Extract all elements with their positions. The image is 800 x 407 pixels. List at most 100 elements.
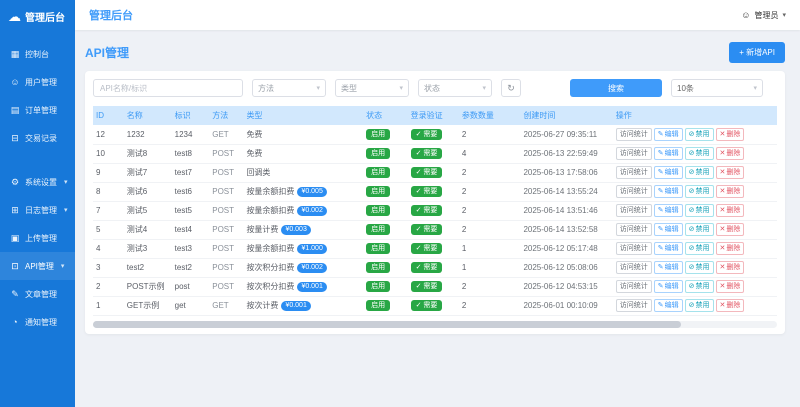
cell-type: 按次积分扣费 ¥0.001 — [243, 277, 364, 297]
disable-button[interactable]: ⊘禁用 — [684, 242, 714, 255]
keyword-input[interactable] — [93, 79, 243, 97]
sidebar-item-label: 用户管理 — [25, 77, 57, 87]
method-select[interactable]: 方法 ▾ — [252, 79, 326, 97]
disable-icon: ⊘ — [688, 245, 695, 252]
sidebar-item-api[interactable]: ⊡ API管理 ▾ — [0, 252, 75, 280]
status-badge: 启用 — [366, 186, 391, 197]
table-row: 1 GET示例 get GET 按次计费 ¥0.001 启用 ✓ 需要 2 2025-06-01 … — [93, 296, 777, 316]
auth-badge: ✓ 需要 — [410, 281, 443, 292]
visit-stats-button[interactable]: 访问统计 — [615, 204, 652, 217]
delete-button[interactable]: ✕删除 — [715, 185, 745, 198]
edit-button[interactable]: ✎编辑 — [653, 185, 683, 198]
delete-button[interactable]: ✕删除 — [715, 299, 745, 312]
cell-method: POST — [209, 220, 244, 240]
page-size-select[interactable]: 10条 ▾ — [671, 79, 763, 97]
cell-params: 2 — [458, 163, 521, 183]
reset-button[interactable]: ↻ — [501, 79, 521, 97]
disable-button[interactable]: ⊘禁用 — [684, 127, 714, 141]
chevron-down-icon: ▾ — [782, 12, 786, 19]
cell-actions: 访问统计 ✎编辑 ⊘禁用 ✕删除 — [612, 258, 777, 278]
edit-icon: ✎ — [657, 302, 664, 309]
sidebar-item-notifications[interactable]: ◔ 通知管理 — [0, 308, 75, 336]
delete-button[interactable]: ✕删除 — [715, 147, 745, 160]
delete-button[interactable]: ✕删除 — [715, 223, 745, 236]
delete-button[interactable]: ✕删除 — [715, 280, 745, 293]
status-select[interactable]: 状态 ▾ — [418, 79, 492, 97]
cell-actions: 访问统计 ✎编辑 ⊘禁用 ✕删除 — [612, 296, 777, 316]
disable-button[interactable]: ⊘禁用 — [684, 280, 714, 293]
chevron-down-icon: ▾ — [60, 263, 65, 270]
edit-button[interactable]: ✎编辑 — [653, 261, 683, 274]
disable-button[interactable]: ⊘禁用 — [684, 299, 714, 312]
dashboard-icon: ▦ — [10, 48, 20, 59]
sidebar-item-logs[interactable]: ⊞ 日志管理 ▾ — [0, 196, 75, 224]
cell-actions: 访问统计 ✎编辑 ⊘禁用 ✕删除 — [612, 220, 777, 240]
price-badge: ¥1.000 — [297, 243, 327, 255]
cell-name: POST示例 — [123, 277, 172, 297]
price-badge: ¥0.002 — [297, 205, 327, 217]
disable-button[interactable]: ⊘禁用 — [684, 185, 714, 198]
disable-button[interactable]: ⊘禁用 — [684, 147, 714, 160]
type-label: 按量余额扣费 — [246, 205, 295, 215]
table-row: 3 test2 test2 POST 按次积分扣费 ¥0.002 启用 ✓ 需要 1 2025-0… — [93, 258, 777, 278]
add-api-button[interactable]: + 新增API — [729, 42, 785, 63]
type-select[interactable]: 类型 ▾ — [335, 79, 409, 97]
disable-icon: ⊘ — [688, 130, 695, 138]
cell-params: 2 — [458, 277, 521, 297]
auth-badge: ✓ 需要 — [410, 148, 443, 159]
sidebar-item-orders[interactable]: ▤ 订单管理 — [0, 96, 75, 124]
disable-button[interactable]: ⊘禁用 — [684, 204, 714, 217]
cell-code: 1234 — [171, 125, 210, 145]
sidebar-item-upload[interactable]: ▣ 上传管理 — [0, 224, 75, 252]
sidebar-item-users[interactable]: ☺ 用户管理 — [0, 68, 75, 96]
visit-stats-button[interactable]: 访问统计 — [615, 261, 652, 274]
delete-button[interactable]: ✕删除 — [715, 242, 745, 255]
bell-icon: ◔ — [12, 317, 18, 327]
visit-stats-button[interactable]: 访问统计 — [615, 223, 652, 236]
user-menu[interactable]: ☺ 管理员 ▾ — [741, 10, 786, 21]
delete-button[interactable]: ✕删除 — [715, 166, 745, 179]
cell-type: 按量余额扣费 ¥0.005 — [243, 182, 364, 202]
visit-stats-button[interactable]: 访问统计 — [615, 299, 652, 312]
visit-stats-button[interactable]: 访问统计 — [615, 147, 652, 160]
horizontal-scrollbar-track — [93, 320, 777, 328]
edit-button[interactable]: ✎编辑 — [653, 204, 683, 217]
disable-button[interactable]: ⊘禁用 — [684, 261, 714, 274]
type-label: 按次积分扣费 — [246, 281, 295, 291]
visit-stats-button[interactable]: 访问统计 — [615, 166, 652, 179]
edit-button[interactable]: ✎编辑 — [653, 127, 683, 141]
cell-type: 按次积分扣费 ¥0.002 — [243, 258, 364, 278]
edit-button[interactable]: ✎编辑 — [653, 223, 683, 236]
visit-stats-button[interactable]: 访问统计 — [615, 280, 652, 293]
horizontal-scrollbar-thumb[interactable] — [93, 320, 682, 328]
type-label: 按量计费 — [246, 224, 279, 234]
sidebar-item-articles[interactable]: ✎ 文章管理 — [0, 280, 75, 308]
cell-created: 2025-06-14 13:55:24 — [520, 182, 613, 202]
sidebar-item-label: 通知管理 — [25, 317, 57, 327]
edit-button[interactable]: ✎编辑 — [653, 299, 683, 312]
disable-button[interactable]: ⊘禁用 — [684, 223, 714, 236]
cloud-icon: ☁ — [8, 9, 21, 24]
visit-stats-button[interactable]: 访问统计 — [615, 242, 652, 255]
table-row: 8 测试6 test6 POST 按量余额扣费 ¥0.005 启用 ✓ 需要 2 2025-06-… — [93, 182, 777, 202]
delete-button[interactable]: ✕删除 — [715, 261, 745, 274]
search-button[interactable]: 搜索 — [570, 79, 662, 97]
edit-button[interactable]: ✎编辑 — [653, 147, 683, 160]
delete-button[interactable]: ✕删除 — [715, 127, 745, 141]
edit-button[interactable]: ✎编辑 — [653, 280, 683, 293]
status-badge: 启用 — [366, 128, 391, 140]
cell-type: 免费 — [243, 144, 364, 164]
edit-button[interactable]: ✎编辑 — [653, 242, 683, 255]
sidebar-item-console[interactable]: ▦ 控制台 — [0, 40, 75, 68]
disable-button[interactable]: ⊘禁用 — [684, 166, 714, 179]
delete-button[interactable]: ✕删除 — [715, 204, 745, 217]
sidebar-item-transactions[interactable]: ⊟ 交易记录 — [0, 124, 75, 152]
edit-button[interactable]: ✎编辑 — [653, 166, 683, 179]
cell-name: 1232 — [123, 125, 172, 145]
edit-icon: ✎ — [657, 150, 664, 157]
auth-badge: ✓ 需要 — [410, 262, 443, 273]
cell-auth: ✓ 需要 — [407, 163, 459, 183]
sidebar-item-settings[interactable]: ⚙ 系统设置 ▾ — [0, 168, 75, 196]
visit-stats-button[interactable]: 访问统计 — [615, 185, 652, 198]
visit-stats-button[interactable]: 访问统计 — [615, 127, 652, 141]
